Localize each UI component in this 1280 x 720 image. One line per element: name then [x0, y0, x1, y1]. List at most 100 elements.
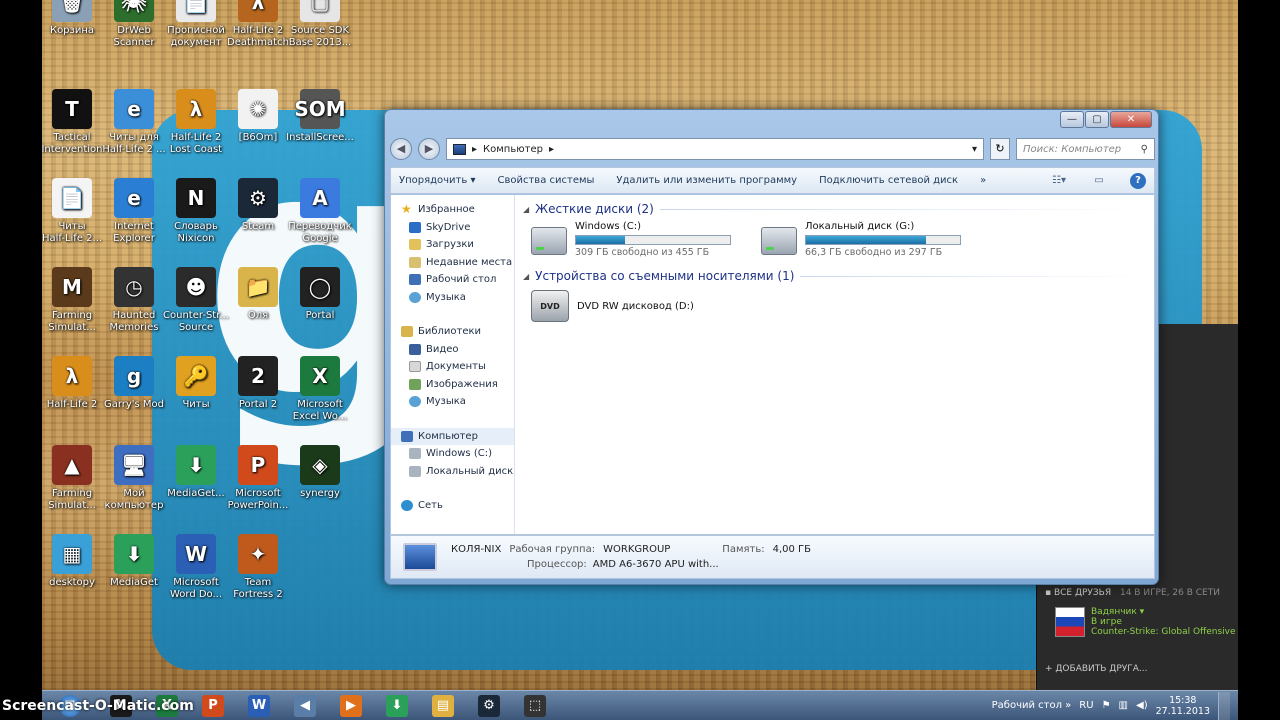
nav-favorites[interactable]: ★ Избранное — [391, 201, 514, 219]
desktop-icon-30[interactable]: ◈ synergy — [284, 445, 356, 500]
nav-computer[interactable]: Компьютер — [391, 427, 514, 445]
breadcrumb-computer[interactable]: Компьютер — [483, 144, 543, 155]
desktop-icon-label: synergy — [300, 488, 340, 499]
group-title: Устройства со съемными носителями (1) — [535, 269, 795, 283]
nav-drive-c[interactable]: Windows (C:) — [391, 445, 514, 463]
nav-label: Документы — [426, 361, 486, 373]
taskbar-snipping-button[interactable]: ⬚ — [512, 692, 558, 720]
volume-icon: ◀ — [294, 694, 316, 717]
address-bar[interactable]: ▸ Компьютер ▸ ▾ — [446, 138, 984, 160]
pc-name: КОЛЯ-NIX — [451, 544, 502, 555]
nav-drive-g[interactable]: Локальный диск ( — [391, 463, 514, 481]
help-icon[interactable]: ? — [1130, 172, 1146, 189]
flag-icon[interactable]: ⚑ — [1102, 700, 1111, 711]
app-icon: λ — [52, 356, 92, 396]
back-button[interactable]: ◀ — [390, 138, 412, 160]
video-letterbox-left — [0, 0, 42, 720]
address-dropdown-icon[interactable]: ▾ — [972, 144, 977, 155]
folder-icon — [409, 256, 421, 268]
dvd-drive[interactable]: DVD DVD RW дисковод (D:) — [523, 290, 1146, 322]
window-controls: — ▢ ✕ — [1060, 111, 1152, 128]
document-icon — [409, 361, 421, 373]
taskbar-powerpoint-button[interactable]: P — [190, 692, 236, 720]
forward-button[interactable]: ▶ — [418, 138, 440, 160]
nav-video[interactable]: Видео — [391, 341, 514, 359]
drive-free-space: 66,3 ГБ свободно из 297 ГБ — [805, 247, 943, 258]
close-button[interactable]: ✕ — [1110, 111, 1152, 128]
explorer-window[interactable]: — ▢ ✕ ◀ ▶ ▸ Компьютер ▸ ▾ ↻ Поиск: Компь… — [384, 109, 1159, 585]
preview-pane-icon[interactable]: ▭ — [1090, 173, 1108, 189]
nav-desktop[interactable]: Рабочий стол — [391, 271, 514, 289]
app-icon: P — [238, 445, 278, 485]
powerpoint-icon: P — [202, 694, 224, 717]
memory-label: Память: — [722, 544, 765, 555]
app-icon: 🔑 — [176, 356, 216, 396]
search-placeholder: Поиск: Компьютер — [1023, 143, 1122, 155]
system-properties-button[interactable]: Свойства системы — [497, 175, 594, 186]
desktop-icon-5[interactable]: ▢ Source SDK Base 2013... — [284, 0, 356, 49]
desktop-icon-34[interactable]: ✦ Team Fortress 2 — [222, 534, 294, 601]
network-icon[interactable]: ▥ — [1119, 700, 1128, 711]
taskbar-mediaget-button[interactable]: ⬇ — [374, 692, 420, 720]
more-commands-button[interactable]: » — [980, 175, 986, 186]
taskbar-explorer-button[interactable]: ▤ — [420, 692, 466, 720]
breadcrumb-chevron[interactable]: ▸ — [549, 144, 554, 155]
desktop-icon-25[interactable]: X Microsoft Excel Wo... — [284, 356, 356, 423]
language-indicator[interactable]: RU — [1079, 700, 1093, 711]
steam-all-friends-header[interactable]: ▪ ВСЕ ДРУЗЬЯ 14 В ИГРЕ, 26 В СЕТИ — [1045, 588, 1220, 602]
nav-libraries[interactable]: Библиотеки — [391, 323, 514, 341]
add-friend-button[interactable]: + ДОБАВИТЬ ДРУГА... — [1045, 664, 1147, 678]
nav-documents[interactable]: Документы — [391, 358, 514, 376]
view-options-icon[interactable]: ☷▾ — [1050, 173, 1068, 189]
drive-usage-bar — [805, 235, 961, 245]
nav-label: Windows (C:) — [426, 448, 492, 460]
maximize-button[interactable]: ▢ — [1085, 111, 1109, 128]
app-icon: ◷ — [114, 267, 154, 307]
friend-entry[interactable]: Вадянчик ▾ В игре Counter-Strike: Global… — [1055, 607, 1236, 637]
drive-c[interactable]: Windows (C:) 309 ГБ свободно из 455 ГБ — [531, 221, 741, 258]
desktop-icon-10[interactable]: SOM InstallScree... — [284, 89, 356, 144]
desktop-icon-20[interactable]: ◯ Portal — [284, 267, 356, 322]
video-icon — [409, 343, 421, 355]
nav-downloads[interactable]: Загрузки — [391, 236, 514, 254]
nav-library-music[interactable]: Музыка — [391, 393, 514, 411]
nav-pictures[interactable]: Изображения — [391, 376, 514, 394]
media-icon: ▶ — [340, 694, 362, 717]
group-hard-drives[interactable]: ◢ Жесткие диски (2) — [523, 201, 1146, 217]
nav-label: Недавние места — [426, 256, 513, 268]
taskbar-steam-button[interactable]: ⚙ — [466, 692, 512, 720]
dvd-drive-name: DVD RW дисковод (D:) — [577, 300, 694, 312]
nav-network[interactable]: Сеть — [391, 497, 514, 515]
video-letterbox-right — [1238, 0, 1280, 720]
friend-status: В игре — [1091, 617, 1122, 627]
desktop[interactable]: g 🗑Корзина🕷DrWeb Scanner📄Прописной докум… — [42, 0, 1238, 690]
cloud-icon — [409, 221, 421, 233]
dvd-drive-icon: DVD — [531, 290, 569, 322]
organize-button[interactable]: Упорядочить ▾ — [399, 175, 475, 186]
clock[interactable]: 15:38 27.11.2013 — [1156, 695, 1210, 717]
nav-skydrive[interactable]: SkyDrive — [391, 219, 514, 237]
desktop-icon-15[interactable]: A Переводчик Google — [284, 178, 356, 245]
volume-icon[interactable]: ◀) — [1136, 700, 1148, 711]
system-tray: Рабочий стол » RU ⚑ ▥ ◀) 15:38 27.11.201… — [992, 691, 1238, 720]
show-desktop-button[interactable] — [1218, 691, 1230, 720]
uninstall-program-button[interactable]: Удалить или изменить программу — [616, 175, 797, 186]
nav-recent-places[interactable]: Недавние места — [391, 254, 514, 272]
nav-music[interactable]: Музыка — [391, 289, 514, 307]
nav-label: Рабочий стол — [426, 274, 497, 286]
refresh-button[interactable]: ↻ — [990, 138, 1010, 160]
command-bar: Упорядочить ▾ Свойства системы Удалить и… — [390, 167, 1155, 194]
desktop-toolbar-label[interactable]: Рабочий стол » — [992, 700, 1072, 711]
taskbar-media-button[interactable]: ▶ — [328, 692, 374, 720]
taskbar-word-button[interactable]: W — [236, 692, 282, 720]
app-icon: M — [52, 267, 92, 307]
map-network-drive-button[interactable]: Подключить сетевой диск — [819, 175, 958, 186]
drive-g[interactable]: Локальный диск (G:) 66,3 ГБ свободно из … — [761, 221, 971, 258]
taskbar-volume-button[interactable]: ◀ — [282, 692, 328, 720]
app-icon: λ — [238, 0, 278, 22]
minimize-button[interactable]: — — [1060, 111, 1084, 128]
group-removable[interactable]: ◢ Устройства со съемными носителями (1) — [523, 268, 1146, 284]
search-input[interactable]: Поиск: Компьютер ⚲ — [1016, 138, 1155, 160]
app-icon: ⬇ — [176, 445, 216, 485]
nav-label: Загрузки — [426, 239, 474, 251]
